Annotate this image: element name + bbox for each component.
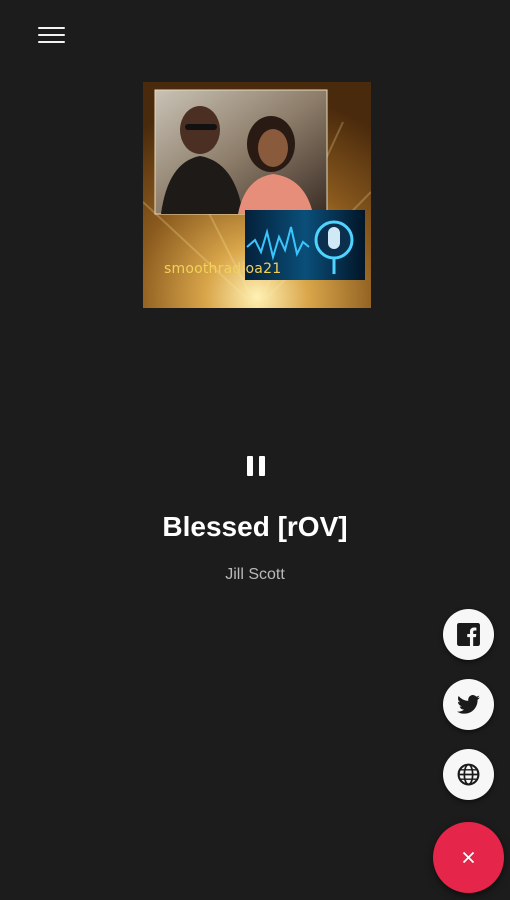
- facebook-icon: [457, 623, 480, 646]
- close-share-menu-button[interactable]: [433, 822, 504, 893]
- track-artist: Jill Scott: [225, 566, 285, 583]
- facebook-share-button[interactable]: [443, 609, 494, 660]
- close-icon: [462, 851, 475, 864]
- pause-button[interactable]: [236, 446, 276, 486]
- twitter-share-button[interactable]: [443, 679, 494, 730]
- track-title: Blessed [rOV]: [162, 511, 348, 542]
- station-artwork: smoothradioa21: [143, 82, 371, 308]
- artwork-caption: smoothradioa21: [164, 261, 282, 277]
- globe-icon: [457, 763, 480, 786]
- menu-button[interactable]: [31, 20, 71, 50]
- website-button[interactable]: [443, 749, 494, 800]
- player-screen: smoothradioa21 Blessed [rOV] Jill Scott: [0, 0, 510, 900]
- twitter-icon: [457, 695, 480, 714]
